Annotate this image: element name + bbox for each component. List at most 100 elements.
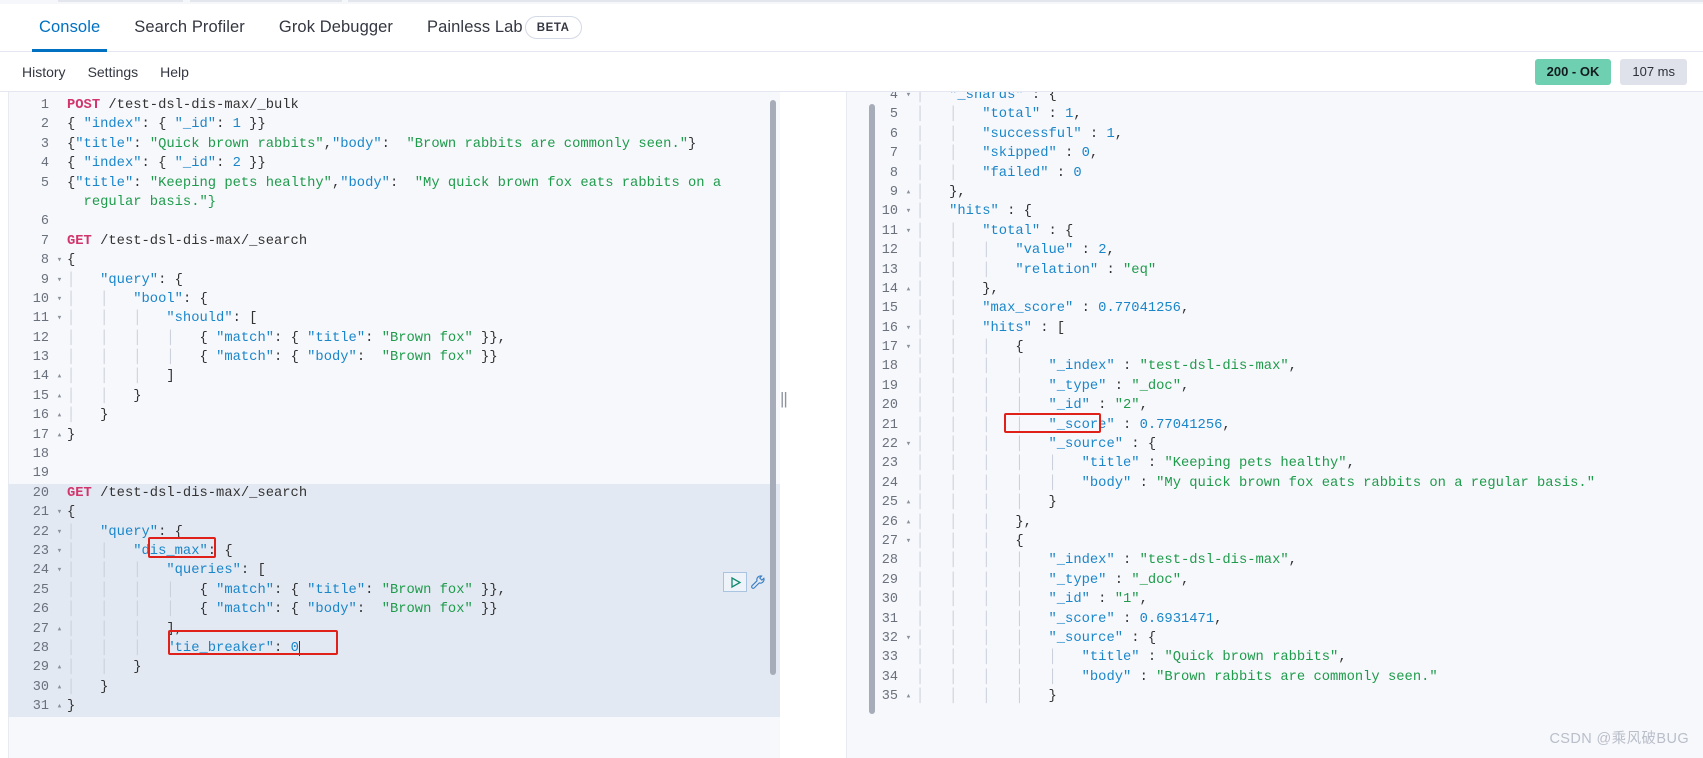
wrench-icon[interactable] [750,574,767,591]
fold-marker[interactable]: ▾ [55,503,64,522]
code-line: regular basis."} [8,193,780,212]
line-number: 28 [32,640,49,656]
fold-marker[interactable]: ▴ [55,406,64,425]
fold-marker[interactable]: ▾ [904,319,913,338]
fold-marker[interactable]: ▴ [904,280,913,299]
fold-marker[interactable]: ▴ [55,678,64,697]
code-line: 31 ▴} [8,697,780,717]
response-code: 4 ▾ │ "_shards" : {5 │ │ "total" : 1, 6 │ │ "… [846,92,1703,707]
code-line: 29 ▴ │ │ } [8,658,780,678]
code-text: │ │ │ │ "_score" : 0.77041256, [916,417,1231,433]
code-line: 25 │ │ │ │ { "match": { "title": "Brown f… [8,580,780,601]
code-text: { "index": { "_id": 2 }} [67,156,266,172]
code-line: 20 GET /test-dsl-dis-max/_search [8,483,780,504]
line-number: 17 [881,340,898,356]
fold-marker[interactable]: ▾ [55,251,64,270]
code-text: │ │ │ "relation" : "eq" [916,262,1157,278]
line-number: 26 [32,602,49,618]
pane-resize-handle[interactable]: || [780,389,788,409]
code-line: 7 GET /test-dsl-dis-max/_search [8,232,780,251]
fold-marker[interactable]: ▴ [55,367,64,386]
code-line: 30 │ │ │ │ "_id" : "1", [846,590,1703,609]
code-line: 33 │ │ │ │ │ "title" : "Quick brown rabbi… [846,648,1703,667]
help-button[interactable]: Help [160,64,189,80]
code-text: │ │ "bool": { [67,291,208,307]
line-number: 18 [881,359,898,375]
code-line: 28 │ │ │ "tie_breaker": 0 [8,638,780,659]
tab-search-profiler-label: Search Profiler [134,18,245,36]
history-button[interactable]: History [22,64,66,80]
settings-button[interactable]: Settings [88,64,139,80]
fold-marker[interactable]: ▴ [904,183,913,202]
code-text: │ │ │ "value" : 2, [916,243,1115,259]
line-number: 29 [32,660,49,676]
line-number: 22 [32,524,49,540]
fold-marker[interactable]: ▾ [55,542,64,561]
line-number: 12 [881,243,898,259]
code-text: │ │ │ │ { "match": { "body": "Brown fox"… [67,602,498,618]
fold-marker[interactable]: ▾ [904,338,913,357]
line-number: 19 [32,466,49,482]
code-line: 32 ▾ │ │ │ │ "_source" : { [846,629,1703,648]
code-line: 8 ▾{ [8,251,780,270]
response-scrollbar[interactable] [869,104,875,714]
fold-marker[interactable]: ▾ [55,290,64,309]
code-text: │ } [67,408,109,424]
code-line: 5 │ │ "total" : 1, [846,105,1703,124]
fold-marker[interactable]: ▾ [904,222,913,241]
code-text: │ }, [916,184,966,200]
line-number: 25 [881,495,898,511]
fold-marker[interactable]: ▾ [55,309,64,328]
code-line: 27 ▾ │ │ │ { [846,532,1703,551]
fold-marker[interactable]: ▾ [904,532,913,551]
fold-marker[interactable]: ▾ [55,271,64,290]
fold-marker[interactable]: ▴ [904,493,913,512]
line-number: 23 [32,543,49,559]
line-number: 13 [881,262,898,278]
response-viewer[interactable]: 4 ▾ │ "_shards" : {5 │ │ "total" : 1, 6 │ │ "… [846,92,1703,758]
line-number: 20 [881,398,898,414]
code-text: │ │ │ │ "_type" : "_doc", [916,572,1190,588]
fold-marker[interactable]: ▴ [904,513,913,532]
code-text: │ │ │ ], [67,621,183,637]
tab-search-profiler[interactable]: Search Profiler [117,4,262,52]
request-editor[interactable]: 1 POST /test-dsl-dis-max/_bulk 2 { "index":… [8,92,780,758]
fold-marker[interactable]: ▾ [55,561,64,580]
code-text: │ │ │ }, [916,514,1032,530]
code-line: 4 ▾ │ "_shards" : { [846,92,1703,105]
code-line: 14 ▴ │ │ │ ] [8,367,780,386]
code-text: GET /test-dsl-dis-max/_search [67,485,308,501]
fold-marker[interactable]: ▴ [55,387,64,406]
fold-marker[interactable]: ▴ [55,697,64,716]
code-text: │ │ │ │ "_source" : { [916,630,1157,646]
run-request-controls[interactable] [723,572,767,592]
fold-marker[interactable]: ▴ [904,687,913,706]
dev-tools-tabbar: Console Search Profiler Grok Debugger Pa… [0,4,1703,52]
code-text: │ │ │ │ │ "body" : "My quick brown fox e… [916,475,1595,491]
tab-painless-lab[interactable]: Painless Lab BETA [410,4,599,52]
fold-marker[interactable]: ▾ [904,435,913,454]
code-line: 21 ▾{ [8,503,780,523]
fold-marker[interactable]: ▾ [55,523,64,542]
code-line: 26 │ │ │ │ { "match": { "body": "Brown fo… [8,600,780,620]
fold-marker[interactable]: ▴ [55,658,64,677]
code-line: 16 ▾ │ │ "hits" : [ [846,319,1703,338]
code-text: } [67,427,76,443]
fold-marker[interactable]: ▾ [904,629,913,648]
play-icon[interactable] [723,572,747,592]
line-number: 33 [881,650,898,666]
code-text: │ │ │ │ "_id" : "2", [916,398,1148,414]
request-code[interactable]: 1 POST /test-dsl-dis-max/_bulk 2 { "index":… [8,96,780,717]
tab-console[interactable]: Console [22,4,117,52]
code-text: │ │ }, [916,281,999,297]
code-text: │ "hits" : { [916,204,1032,220]
tab-grok-debugger[interactable]: Grok Debugger [262,4,410,52]
fold-marker[interactable]: ▴ [55,426,64,445]
code-text: │ │ │ │ "_index" : "test-dsl-dis-max", [916,359,1297,375]
fold-marker[interactable]: ▾ [904,202,913,221]
fold-marker[interactable]: ▾ [904,92,913,105]
line-number: 14 [881,281,898,297]
code-line: 23 │ │ │ │ │ "title" : "Keeping pets heal… [846,454,1703,473]
fold-marker[interactable]: ▴ [55,620,64,639]
request-scrollbar[interactable] [770,100,776,675]
